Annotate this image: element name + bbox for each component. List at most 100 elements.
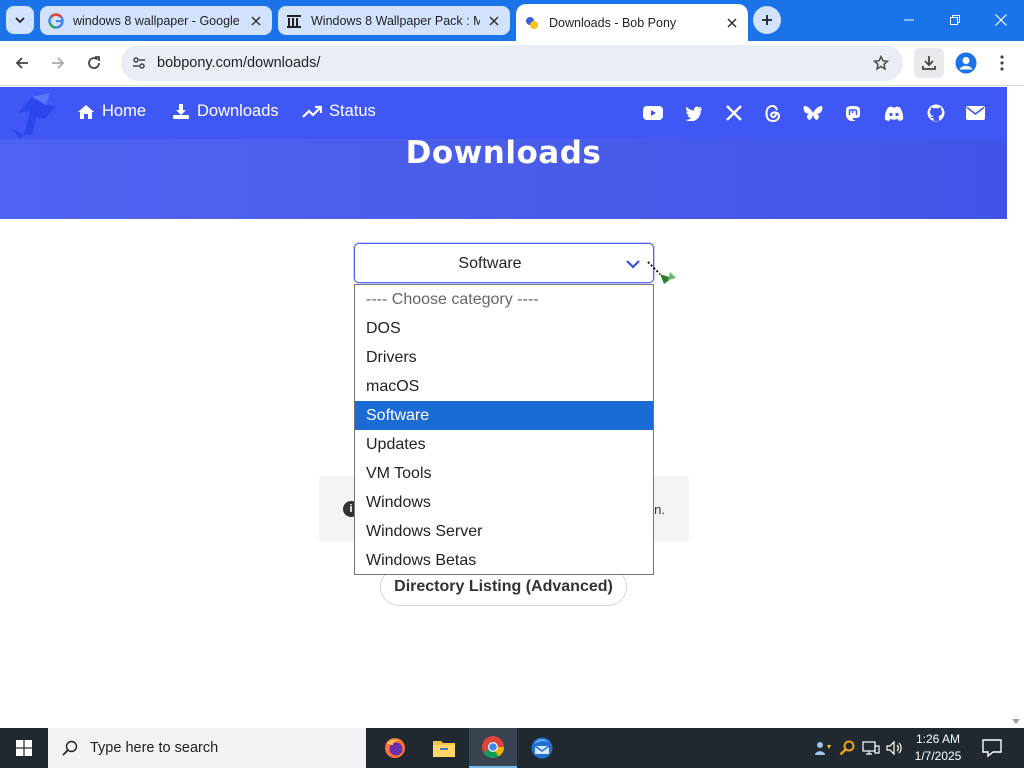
category-option-macos[interactable]: macOS: [355, 372, 653, 401]
email-icon[interactable]: [965, 103, 985, 123]
arrow-right-icon: [52, 57, 65, 69]
close-tab-icon[interactable]: [724, 15, 740, 31]
thunderbird-icon: [531, 737, 553, 759]
github-icon[interactable]: [926, 103, 946, 123]
reload-button[interactable]: [79, 48, 109, 78]
profile-avatar-icon: [955, 52, 977, 74]
taskbar-clock[interactable]: 1:26 AM 1/7/2025: [908, 731, 968, 765]
category-dropdown-list: ---- Choose category ---- DOS Drivers ma…: [354, 284, 654, 575]
mouse-cursor-icon: [647, 261, 676, 284]
tab-title: windows 8 wallpaper - Google: [73, 13, 240, 28]
youtube-icon[interactable]: [643, 103, 663, 123]
restore-icon: [950, 15, 960, 25]
taskbar-search-placeholder: Type here to search: [90, 740, 219, 756]
taskbar-firefox[interactable]: [371, 728, 419, 768]
site-settings-icon[interactable]: [129, 53, 149, 73]
tab-archive[interactable]: Windows 8 Wallpaper Pack : M: [278, 6, 510, 35]
download-tray-icon: [922, 56, 936, 70]
home-icon: [78, 104, 94, 119]
close-tab-icon[interactable]: [486, 13, 502, 29]
archive-icon: [286, 13, 302, 29]
scroll-down-arrow-icon[interactable]: [1012, 719, 1020, 724]
trend-icon: [302, 105, 322, 118]
clock-time: 1:26 AM: [915, 732, 961, 746]
mastodon-icon[interactable]: [843, 103, 863, 123]
chevron-down-icon: [626, 260, 640, 269]
tab-google-search[interactable]: windows 8 wallpaper - Google: [40, 6, 272, 35]
google-icon: [48, 12, 64, 29]
windows-logo-icon: [16, 740, 32, 756]
hero-banner: Home Downloads Status Downloads: [0, 87, 1007, 219]
minimize-icon: [904, 19, 914, 21]
plus-icon: [762, 15, 772, 25]
category-select-value: Software: [458, 255, 522, 272]
url-text: bobpony.com/downloads/: [157, 55, 321, 71]
nav-home-link[interactable]: Home: [77, 102, 146, 121]
profile-button[interactable]: [951, 48, 981, 78]
minimize-button[interactable]: [886, 0, 932, 40]
site-navbar: Home Downloads Status: [0, 87, 1007, 139]
chevron-down-icon: [15, 17, 25, 24]
volume-icon[interactable]: [886, 738, 904, 758]
category-select[interactable]: Software: [354, 243, 654, 283]
web-page: Home Downloads Status Downloads i n. Dir…: [0, 87, 1007, 728]
tab-search-button[interactable]: [6, 6, 34, 34]
x-icon[interactable]: [724, 103, 744, 123]
nav-downloads-label: Downloads: [197, 102, 279, 120]
restore-button[interactable]: [932, 0, 978, 40]
people-icon[interactable]: [814, 738, 832, 758]
nav-home-label: Home: [102, 102, 147, 120]
close-window-button[interactable]: [978, 0, 1024, 40]
twitter-icon[interactable]: [684, 103, 704, 123]
nav-downloads-link[interactable]: Downloads: [172, 102, 279, 121]
tab-title: Downloads - Bob Pony: [549, 15, 677, 30]
taskbar-thunderbird[interactable]: [518, 728, 566, 768]
category-option-updates[interactable]: Updates: [355, 430, 653, 459]
bobpony-logo[interactable]: [10, 89, 62, 141]
category-option-windows-server[interactable]: Windows Server: [355, 517, 653, 546]
close-tab-icon[interactable]: [248, 13, 264, 29]
network-icon[interactable]: [862, 738, 880, 758]
arrow-left-icon: [15, 57, 28, 69]
category-option-dos[interactable]: DOS: [355, 314, 653, 343]
back-button[interactable]: [7, 48, 37, 78]
taskbar-file-explorer[interactable]: [420, 728, 468, 768]
close-icon: [995, 14, 1007, 26]
clock-date: 1/7/2025: [914, 749, 962, 763]
category-option-windows[interactable]: Windows: [355, 488, 653, 517]
windows-taskbar: Type here to search 1:26 AM 1/7/2025: [0, 728, 1024, 768]
menu-button[interactable]: [987, 48, 1017, 78]
start-button[interactable]: [0, 728, 48, 768]
page-scrollbar[interactable]: [1007, 87, 1024, 728]
downloads-button[interactable]: [914, 48, 944, 78]
category-option-drivers[interactable]: Drivers: [355, 343, 653, 372]
bobpony-icon: [524, 15, 540, 31]
magnifier-tray-icon[interactable]: [838, 738, 856, 758]
page-title: Downloads: [405, 135, 602, 171]
bluesky-icon[interactable]: [803, 103, 823, 123]
notification-icon[interactable]: [980, 736, 1004, 760]
forward-button[interactable]: [43, 48, 73, 78]
tab-downloads-bob-pony[interactable]: Downloads - Bob Pony: [516, 4, 748, 41]
info-text: n.: [654, 502, 665, 517]
new-tab-button[interactable]: [753, 6, 781, 34]
download-icon: [173, 104, 189, 119]
file-explorer-icon: [433, 741, 455, 757]
category-option-vm-tools[interactable]: VM Tools: [355, 459, 653, 488]
kebab-menu-icon: [1000, 55, 1004, 71]
taskbar-search-box[interactable]: Type here to search: [48, 728, 366, 768]
taskbar-chrome[interactable]: [469, 728, 517, 768]
address-bar[interactable]: bobpony.com/downloads/: [121, 45, 903, 81]
category-option-placeholder[interactable]: ---- Choose category ----: [355, 285, 653, 314]
nav-status-link[interactable]: Status: [302, 102, 376, 121]
bookmark-star-icon[interactable]: [871, 53, 891, 73]
nav-status-label: Status: [329, 102, 376, 120]
browser-tab-strip: windows 8 wallpaper - Google Windows 8 W…: [0, 0, 1024, 41]
category-option-software[interactable]: Software: [355, 401, 653, 430]
reload-icon: [88, 56, 100, 69]
browser-toolbar: bobpony.com/downloads/: [0, 41, 1024, 86]
category-option-windows-betas[interactable]: Windows Betas: [355, 546, 653, 575]
threads-icon[interactable]: [763, 103, 783, 123]
search-icon: [62, 740, 78, 756]
discord-icon[interactable]: [884, 103, 904, 123]
